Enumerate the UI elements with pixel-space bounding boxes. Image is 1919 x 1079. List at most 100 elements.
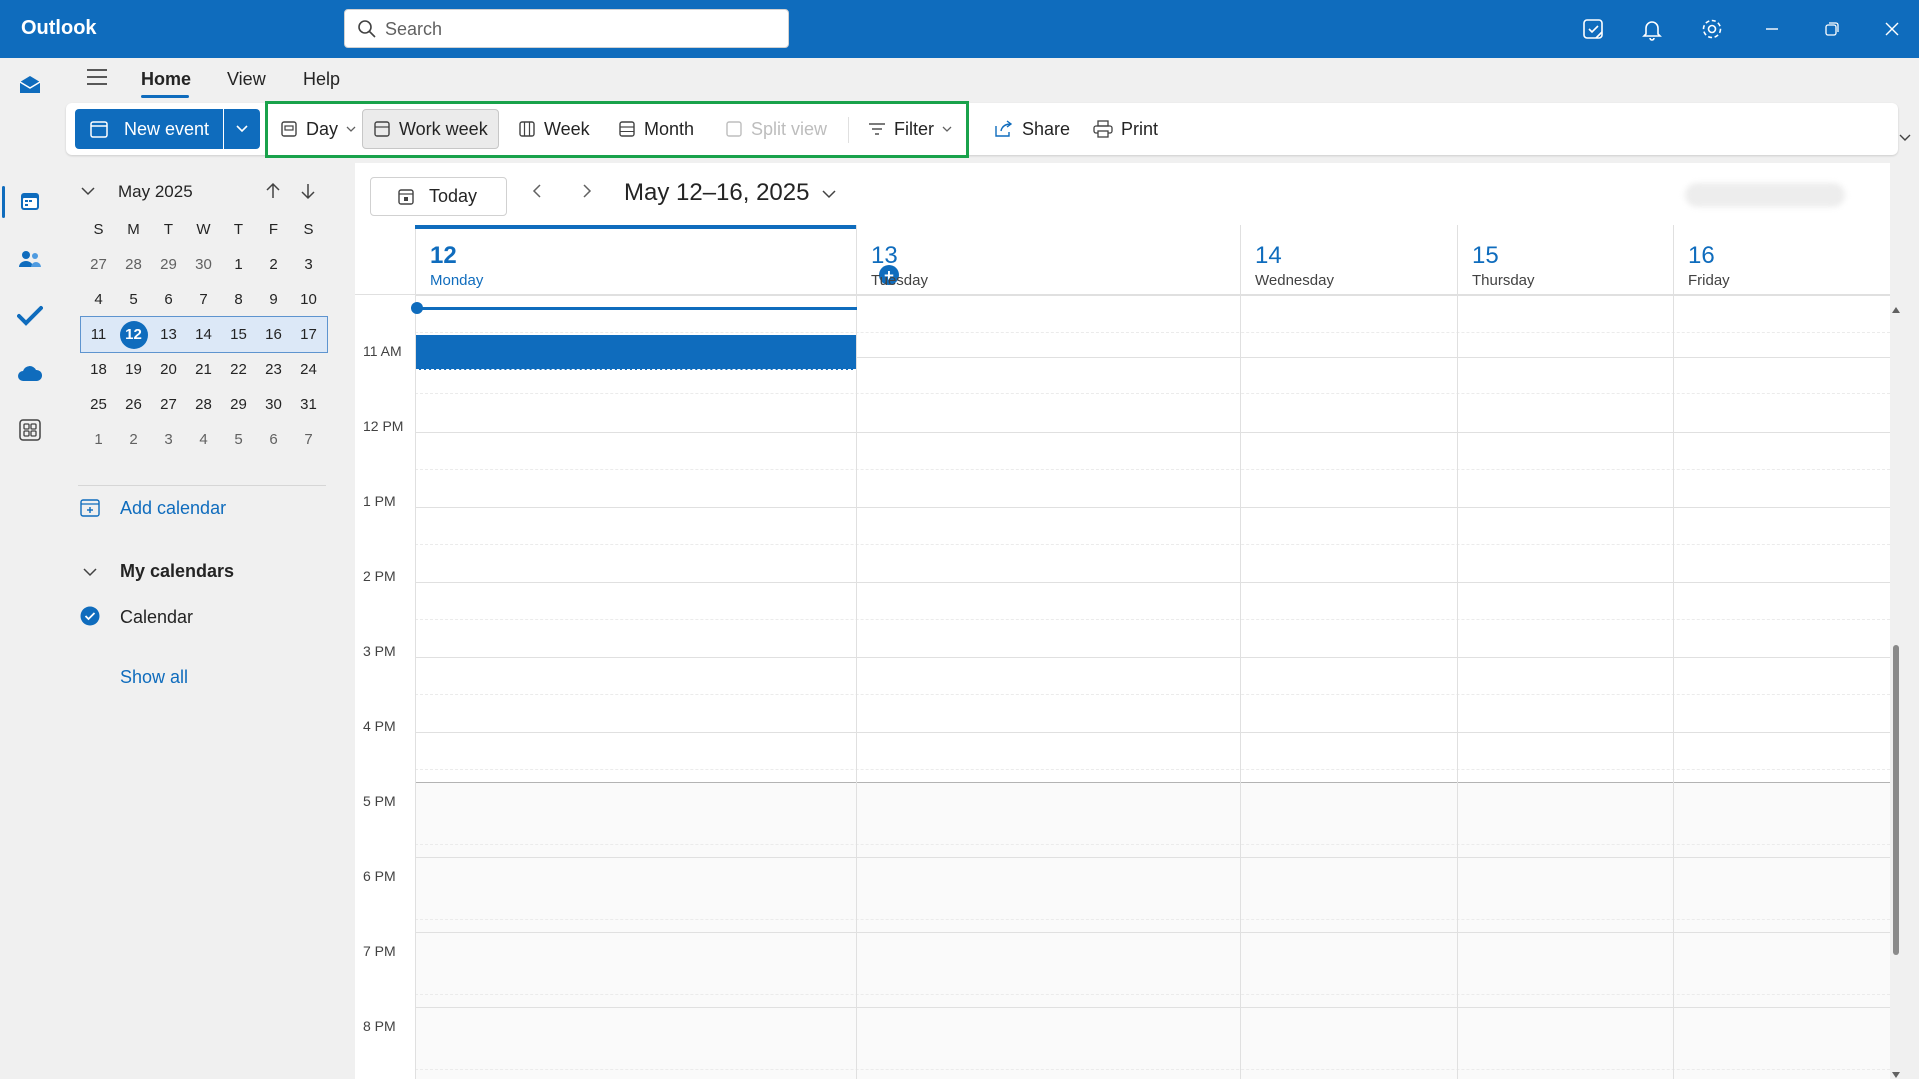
hamburger-menu-icon[interactable] xyxy=(86,68,108,91)
date-cell[interactable]: 10 xyxy=(291,282,326,317)
previous-arrow-icon[interactable] xyxy=(530,183,544,204)
bell-icon[interactable] xyxy=(1639,16,1665,42)
date-cell[interactable]: 28 xyxy=(186,387,221,422)
date-cell[interactable]: 4 xyxy=(81,282,116,317)
people-icon[interactable] xyxy=(15,244,45,274)
work-week-view-button[interactable]: Work week xyxy=(362,109,499,149)
date-cell[interactable]: 30 xyxy=(186,247,221,282)
date-cell[interactable]: 27 xyxy=(151,387,186,422)
vertical-scrollbar[interactable] xyxy=(1890,295,1902,1079)
date-cell[interactable]: 19 xyxy=(116,352,151,387)
next-arrow-icon[interactable] xyxy=(580,183,594,204)
scroll-up-arrow-icon[interactable] xyxy=(1892,300,1900,318)
mini-calendar-month[interactable]: May 2025 xyxy=(118,182,193,202)
apps-icon[interactable] xyxy=(15,415,45,445)
gear-icon[interactable] xyxy=(1699,16,1725,42)
month-view-button[interactable]: Month xyxy=(608,109,704,149)
date-cell[interactable]: 9 xyxy=(256,282,291,317)
date-cell[interactable]: 16 xyxy=(256,317,291,352)
todo-icon[interactable] xyxy=(15,301,45,331)
date-cell[interactable]: 17 xyxy=(291,317,326,352)
date-cell[interactable]: 20 xyxy=(151,352,186,387)
show-all-link[interactable]: Show all xyxy=(120,667,188,688)
restore-icon[interactable] xyxy=(1819,16,1845,42)
date-cell[interactable]: 26 xyxy=(116,387,151,422)
date-cell[interactable]: 13 xyxy=(151,317,186,352)
date-cell[interactable]: 22 xyxy=(221,352,256,387)
date-cell[interactable]: 1 xyxy=(221,247,256,282)
checkmark-circle-icon[interactable] xyxy=(80,606,100,631)
date-cell[interactable]: 18 xyxy=(81,352,116,387)
onedrive-icon[interactable] xyxy=(15,358,45,388)
chevron-down-icon xyxy=(236,125,248,133)
date-cell[interactable]: 4 xyxy=(186,422,221,457)
day-header-thursday[interactable]: 15 Thursday xyxy=(1457,225,1673,295)
new-event-dropdown-button[interactable] xyxy=(224,109,260,149)
collapse-chevron-icon[interactable] xyxy=(80,184,96,202)
time-label: 5 PM xyxy=(363,793,396,809)
month-view-label: Month xyxy=(644,118,695,139)
day-header-monday[interactable]: 12 Monday + xyxy=(415,225,899,295)
scroll-down-arrow-icon[interactable] xyxy=(1892,1065,1900,1079)
date-range-title[interactable]: May 12–16, 2025 xyxy=(624,179,809,207)
minimize-icon[interactable] xyxy=(1759,16,1785,42)
tab-help[interactable]: Help xyxy=(303,69,340,90)
date-cell[interactable]: 29 xyxy=(221,387,256,422)
print-button[interactable]: Print xyxy=(1083,109,1168,149)
today-button[interactable]: Today xyxy=(370,177,507,216)
search-box[interactable]: Search xyxy=(344,9,789,48)
calendar-add-icon[interactable] xyxy=(80,498,100,523)
close-icon[interactable] xyxy=(1879,16,1905,42)
chevron-down-icon[interactable] xyxy=(821,187,837,205)
calendar-event-block[interactable] xyxy=(416,335,856,370)
share-button[interactable]: Share xyxy=(984,109,1080,149)
date-cell[interactable]: 3 xyxy=(151,422,186,457)
date-cell[interactable]: 14 xyxy=(186,317,221,352)
date-cell[interactable]: 28 xyxy=(116,247,151,282)
date-cell[interactable]: 6 xyxy=(256,422,291,457)
filter-button[interactable]: Filter xyxy=(858,109,962,149)
date-cell[interactable]: 31 xyxy=(291,387,326,422)
tab-home[interactable]: Home xyxy=(141,69,191,90)
date-cell[interactable]: 29 xyxy=(151,247,186,282)
date-cell[interactable]: 8 xyxy=(221,282,256,317)
day-view-button[interactable]: Day xyxy=(270,109,366,149)
arrow-up-icon[interactable] xyxy=(265,182,281,205)
date-cell[interactable]: 1 xyxy=(81,422,116,457)
my-day-icon[interactable] xyxy=(1580,16,1606,42)
add-calendar-link[interactable]: Add calendar xyxy=(120,498,226,519)
date-cell[interactable]: 7 xyxy=(291,422,326,457)
date-cell[interactable]: 24 xyxy=(291,352,326,387)
date-cell[interactable]: 11 xyxy=(81,317,116,352)
date-cell[interactable]: 5 xyxy=(221,422,256,457)
week-view-button[interactable]: Week xyxy=(508,109,600,149)
date-cell[interactable]: 23 xyxy=(256,352,291,387)
date-cell[interactable]: 3 xyxy=(291,247,326,282)
date-cell[interactable]: 6 xyxy=(151,282,186,317)
date-cell[interactable]: 7 xyxy=(186,282,221,317)
date-cell[interactable]: 21 xyxy=(186,352,221,387)
date-cell[interactable]: 27 xyxy=(81,247,116,282)
time-grid[interactable]: 11 AM 12 PM 1 PM 2 PM 3 PM 4 PM 5 PM 6 P… xyxy=(355,295,1890,1079)
day-header-wednesday[interactable]: 14 Wednesday xyxy=(1240,225,1457,295)
date-cell[interactable]: 25 xyxy=(81,387,116,422)
date-cell[interactable]: 30 xyxy=(256,387,291,422)
new-event-button[interactable]: New event xyxy=(75,109,223,149)
chevron-down-icon[interactable] xyxy=(82,565,98,583)
calendar-list-item[interactable]: Calendar xyxy=(120,607,193,628)
date-cell[interactable]: 2 xyxy=(256,247,291,282)
ribbon-expand-chevron-icon[interactable] xyxy=(1898,130,1912,148)
date-cell[interactable]: 2 xyxy=(116,422,151,457)
my-calendars-header[interactable]: My calendars xyxy=(120,561,234,582)
date-cell[interactable]: 15 xyxy=(221,317,256,352)
today-label: Today xyxy=(429,186,478,206)
today-date-cell[interactable]: 12 xyxy=(116,317,151,352)
calendar-icon[interactable] xyxy=(15,186,45,216)
scroll-thumb[interactable] xyxy=(1893,645,1899,955)
date-cell[interactable]: 5 xyxy=(116,282,151,317)
tab-view[interactable]: View xyxy=(227,69,266,90)
arrow-down-icon[interactable] xyxy=(300,182,316,205)
mail-icon[interactable] xyxy=(15,70,45,100)
day-header-tuesday[interactable]: 13 Tuesday xyxy=(856,225,1240,295)
day-header-friday[interactable]: 16 Friday xyxy=(1673,225,1890,295)
